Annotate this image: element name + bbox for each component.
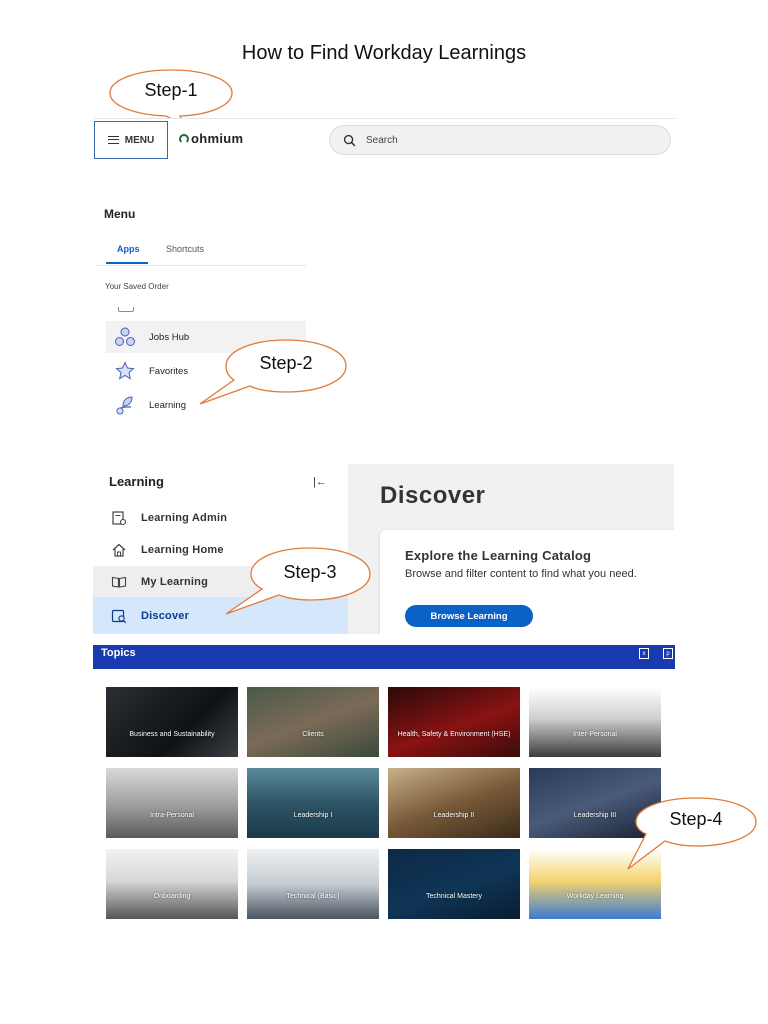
partial-list-item (118, 307, 134, 312)
topic-tile[interactable]: Technical Mastery (388, 849, 520, 919)
brand-name: ohmium (191, 131, 244, 146)
topic-tile[interactable]: Onboarding (106, 849, 238, 919)
admin-icon (112, 511, 127, 526)
step-4-callout: Step-4 (622, 796, 762, 871)
nav-item-label: Learning Admin (141, 512, 228, 524)
learning-panel-title: Learning (109, 474, 164, 489)
topic-tile-label: Business and Sustainability (129, 731, 215, 738)
search-placeholder: Search (366, 134, 398, 146)
search-input[interactable]: Search (329, 125, 671, 155)
topic-tile[interactable]: Technical (Basic) (247, 849, 379, 919)
top-navigation-bar: MENU ohmium Search (94, 118, 676, 163)
saved-order-heading: Your Saved Order (105, 282, 169, 291)
topic-tile-label: Leadership I (293, 812, 333, 819)
topic-tile-label: Leadership II (433, 812, 475, 819)
tab-shortcuts[interactable]: Shortcuts (166, 244, 204, 254)
topic-tile-label: Onboarding (153, 893, 191, 900)
active-tab-indicator (106, 262, 148, 264)
topic-tile-label: Technical (Basic) (286, 893, 340, 900)
topics-title: Topics (101, 647, 136, 659)
jobs-hub-icon (115, 327, 135, 346)
step-4-label: Step-4 (669, 809, 723, 829)
step-2-callout: Step-2 (198, 338, 350, 408)
topic-tile[interactable]: Inter-Personal (529, 687, 661, 757)
search-icon (343, 134, 356, 146)
nav-item-label: My Learning (141, 576, 208, 588)
discover-icon (111, 609, 127, 623)
ohmium-logo-icon (179, 133, 189, 144)
topic-tile-label: Intra-Personal (150, 812, 194, 819)
document-title: How to Find Workday Learnings (241, 42, 527, 64)
export-excel-icon[interactable]: x (639, 648, 649, 659)
step-2-label: Step-2 (259, 353, 313, 373)
topic-tile[interactable]: Clients (247, 687, 379, 757)
export-pdf-icon[interactable]: p (663, 648, 673, 659)
learning-catalog-card: Explore the Learning Catalog Browse and … (380, 530, 674, 634)
menu-button-label: MENU (124, 134, 155, 146)
topic-tile[interactable]: Leadership I (247, 768, 379, 838)
collapse-panel-icon[interactable]: |← (313, 476, 327, 488)
hamburger-icon (107, 136, 119, 144)
card-title: Explore the Learning Catalog (405, 548, 592, 563)
home-icon (112, 543, 126, 557)
learning-icon (116, 396, 133, 415)
topic-tile[interactable]: Business and Sustainability (106, 687, 238, 757)
topic-tile[interactable]: Leadership II (388, 768, 520, 838)
discover-title: Discover (380, 482, 486, 509)
nav-learning-admin[interactable]: Learning Admin (93, 502, 348, 534)
topic-tile-label: Workday Learning (566, 893, 624, 900)
nav-item-label: Discover (141, 609, 190, 622)
step-3-callout: Step-3 (224, 546, 374, 618)
menu-title: Menu (104, 207, 136, 221)
topic-tile[interactable]: Intra-Personal (106, 768, 238, 838)
topic-tile[interactable]: Health, Safety & Environment (HSE) (388, 687, 520, 757)
topic-tile-label: Inter-Personal (573, 731, 617, 738)
card-description: Browse and filter content to find what y… (405, 568, 637, 580)
step-1-label: Step-1 (144, 80, 198, 100)
discover-panel: Discover Explore the Learning Catalog Br… (348, 464, 674, 634)
book-icon (111, 576, 127, 588)
star-icon (115, 361, 135, 380)
topic-tile-label: Health, Safety & Environment (HSE) (397, 731, 511, 738)
tab-apps[interactable]: Apps (117, 244, 140, 254)
menu-item-label: Jobs Hub (149, 331, 190, 343)
callout-bubble-shape (627, 797, 757, 870)
menu-tabs: Apps Shortcuts (96, 237, 306, 266)
topics-header: Topics x p (93, 645, 675, 669)
nav-item-label: Learning Home (141, 544, 224, 556)
menu-item-label: Learning (149, 399, 186, 411)
topic-tile-label: Clients (302, 731, 324, 738)
menu-button[interactable]: MENU (94, 121, 168, 159)
brand-logo[interactable]: ohmium (179, 131, 243, 146)
menu-item-label: Favorites (149, 365, 189, 377)
topic-tile-label: Technical Mastery (425, 893, 483, 900)
step-3-label: Step-3 (283, 562, 337, 582)
browse-learning-button[interactable]: Browse Learning (405, 605, 533, 627)
